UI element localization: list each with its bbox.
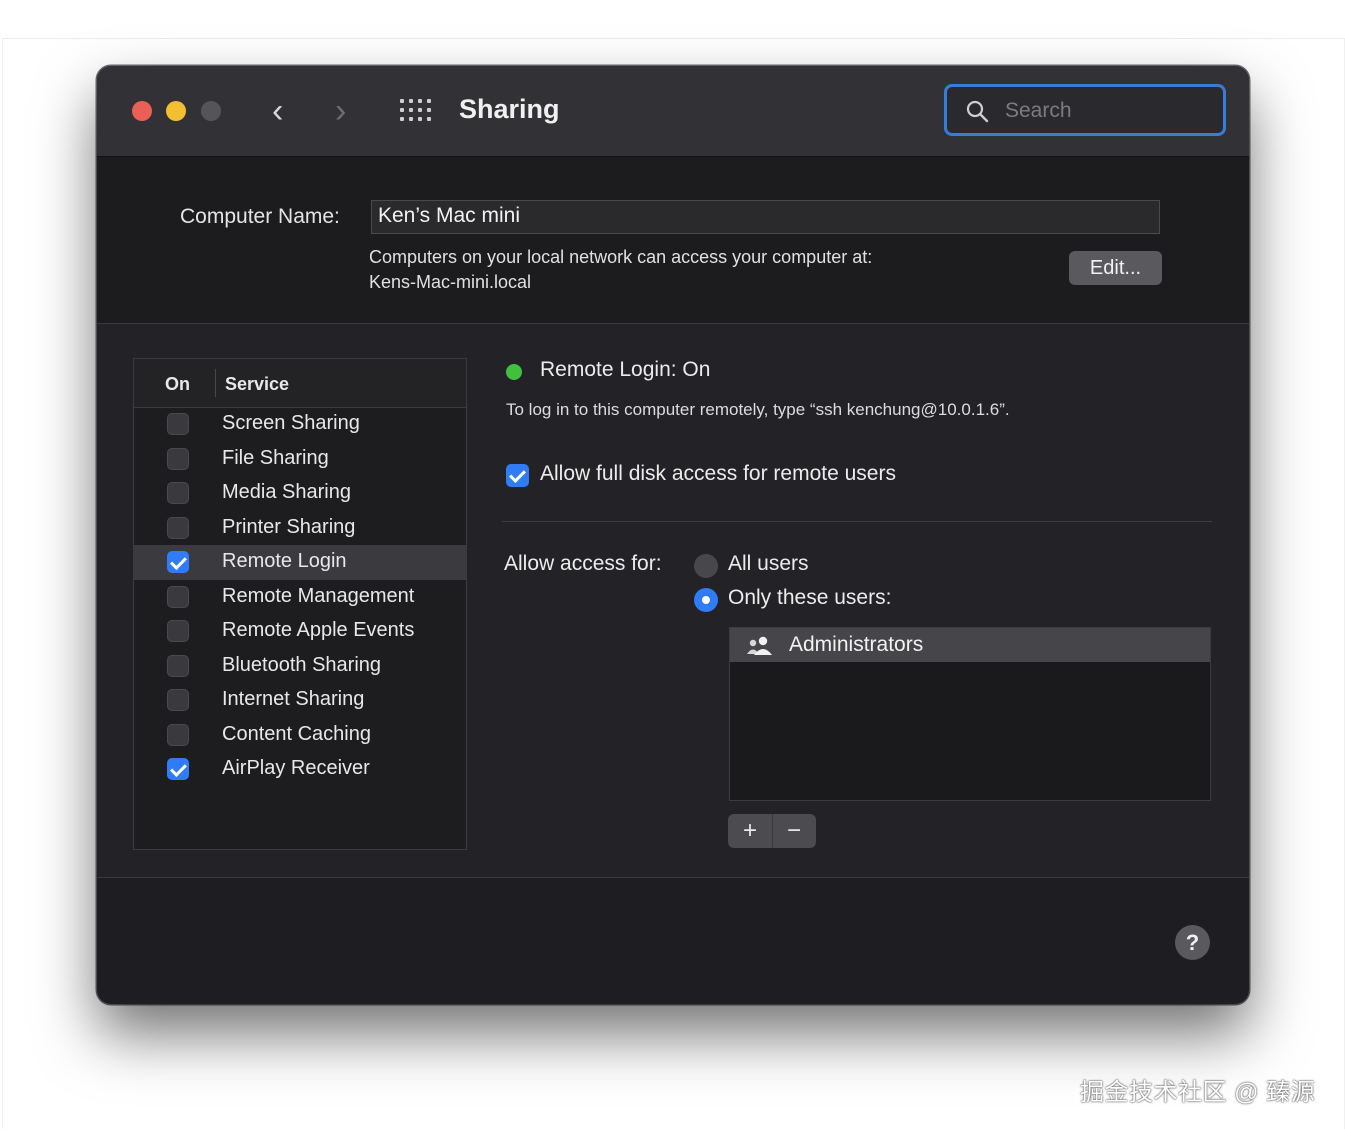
computer-name-field[interactable]: Ken’s Mac mini: [371, 200, 1160, 234]
service-row[interactable]: Bluetooth Sharing: [134, 649, 466, 684]
service-label: File Sharing: [222, 446, 329, 469]
service-checkbox[interactable]: [167, 758, 189, 780]
service-checkbox[interactable]: [167, 482, 189, 504]
service-row[interactable]: Screen Sharing: [134, 407, 466, 442]
close-button[interactable]: [132, 101, 152, 121]
service-row[interactable]: Remote Management: [134, 580, 466, 615]
full-disk-access-checkbox[interactable]: [506, 464, 529, 487]
service-table-header: On Service: [134, 359, 466, 408]
service-row[interactable]: Internet Sharing: [134, 683, 466, 718]
service-checkbox[interactable]: [167, 447, 189, 470]
forward-arrow-icon[interactable]: ›: [335, 94, 346, 128]
service-label: Remote Management: [222, 584, 415, 607]
sharing-window: ‹ › Sharing Computer Name: Ken’s Mac min…: [97, 66, 1249, 1004]
service-checkbox[interactable]: [167, 516, 189, 539]
search-input[interactable]: [1003, 95, 1217, 127]
service-row[interactable]: Content Caching: [134, 718, 466, 753]
search-box[interactable]: [944, 84, 1226, 136]
service-row[interactable]: File Sharing: [134, 442, 466, 477]
full-disk-access-label[interactable]: Allow full disk access for remote users: [540, 462, 896, 486]
service-row[interactable]: Printer Sharing: [134, 511, 466, 546]
service-table: On Service Screen Sharing File Sharing Med…: [133, 358, 467, 850]
watermark: 掘金技术社区 @ 臻源: [1080, 1079, 1316, 1106]
help-button[interactable]: ?: [1175, 925, 1210, 960]
service-label: Media Sharing: [222, 481, 351, 503]
only-these-users-label[interactable]: Only these users:: [728, 586, 891, 610]
service-row[interactable]: Media Sharing: [134, 476, 466, 511]
service-checkbox[interactable]: [167, 413, 189, 435]
service-label: Internet Sharing: [222, 688, 365, 710]
service-row[interactable]: Remote Apple Events: [134, 614, 466, 649]
local-hostname: Kens-Mac-mini.local: [369, 272, 532, 292]
computer-name-section: Computer Name: Ken’s Mac mini Computers …: [97, 157, 1249, 324]
service-label: Screen Sharing: [222, 412, 360, 434]
service-label: Remote Apple Events: [222, 619, 415, 641]
service-checkbox[interactable]: [167, 551, 189, 573]
zoom-button[interactable]: [201, 101, 221, 121]
local-address-description: Computers on your local network can acce…: [369, 245, 872, 295]
local-address-line1: Computers on your local network can acce…: [369, 247, 873, 267]
service-row[interactable]: AirPlay Receiver: [134, 752, 466, 787]
add-user-button[interactable]: +: [728, 814, 773, 848]
status-indicator-icon: [506, 364, 522, 380]
column-header-on[interactable]: On: [165, 374, 190, 395]
list-item[interactable]: Administrators: [730, 628, 1210, 662]
add-remove-buttons: + −: [728, 814, 816, 848]
service-checkbox[interactable]: [167, 723, 189, 746]
remove-user-button[interactable]: −: [772, 814, 816, 848]
title-bar: ‹ › Sharing: [97, 66, 1249, 157]
service-checkbox[interactable]: [167, 585, 189, 608]
all-users-label[interactable]: All users: [728, 552, 809, 576]
divider: [502, 521, 1212, 522]
service-label: Bluetooth Sharing: [222, 653, 382, 676]
service-checkbox[interactable]: [167, 620, 189, 642]
allowed-users-list[interactable]: Administrators: [729, 627, 1211, 801]
service-checkbox[interactable]: [167, 689, 189, 711]
allow-access-label: Allow access for:: [504, 552, 662, 575]
service-label: AirPlay Receiver: [222, 757, 370, 779]
services-section: On Service Screen Sharing File Sharing Med…: [97, 324, 1249, 878]
show-all-grid-icon[interactable]: [400, 99, 434, 123]
user-group-label: Administrators: [789, 633, 924, 656]
service-status: Remote Login: On: [540, 358, 711, 381]
edit-button[interactable]: Edit...: [1069, 251, 1162, 285]
all-users-radio[interactable]: [694, 554, 718, 578]
service-checkbox[interactable]: [167, 654, 189, 677]
computer-name-label: Computer Name:: [180, 205, 340, 228]
search-icon: [966, 100, 989, 123]
remote-login-hint: To log in to this computer remotely, typ…: [506, 400, 1010, 419]
service-row[interactable]: Remote Login: [134, 545, 466, 580]
back-arrow-icon[interactable]: ‹: [272, 94, 283, 128]
window-title: Sharing: [459, 94, 560, 124]
service-list: Screen Sharing File Sharing Media Sharing P…: [134, 407, 466, 787]
user-group-icon: [747, 636, 772, 655]
service-label: Printer Sharing: [222, 515, 356, 538]
minimize-button[interactable]: [166, 101, 186, 121]
service-label: Remote Login: [222, 550, 347, 572]
column-header-service[interactable]: Service: [225, 374, 289, 395]
column-separator: [215, 369, 216, 397]
only-these-users-radio[interactable]: [694, 588, 718, 612]
service-label: Content Caching: [222, 722, 371, 745]
